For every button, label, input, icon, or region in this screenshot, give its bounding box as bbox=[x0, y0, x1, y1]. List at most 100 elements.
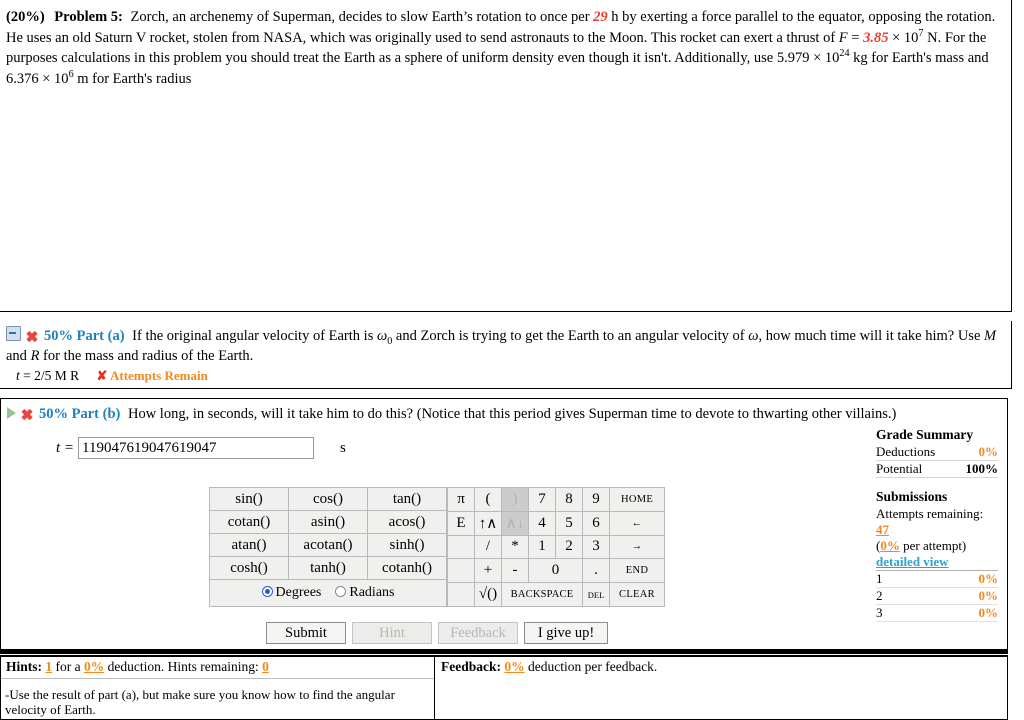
per-attempt-value: 0% bbox=[880, 538, 900, 553]
calc-key-sin[interactable]: sin() bbox=[209, 487, 289, 511]
part-a-omega: ω bbox=[748, 328, 759, 344]
calc-key-clear[interactable]: CLEAR bbox=[609, 582, 665, 607]
radio-degrees[interactable]: Degrees bbox=[261, 585, 322, 600]
attempts-remaining-line: Attempts remaining: 47 bbox=[876, 506, 998, 538]
part-a-var-M: M bbox=[984, 328, 997, 344]
calc-num-row: π ( ) 7 8 9 HOME bbox=[447, 487, 665, 512]
submit-button[interactable]: Submit bbox=[266, 622, 346, 644]
calc-key-open-paren[interactable]: ( bbox=[474, 487, 502, 512]
calc-num-row: + - 0 . END bbox=[447, 558, 665, 584]
radio-degrees-label: Degrees bbox=[275, 585, 322, 600]
calc-angle-mode-row: Degrees Radians bbox=[209, 579, 447, 607]
hints-header: Hints: 1 for a 0% deduction. Hints remai… bbox=[1, 657, 434, 679]
calculator-keypad: sin() cos() tan() cotan() asin() acos() … bbox=[209, 487, 665, 607]
calc-key-multiply[interactable]: * bbox=[501, 534, 529, 560]
problem-seg-5: m for Earth's radius bbox=[73, 70, 192, 87]
calc-key-6[interactable]: 6 bbox=[582, 510, 610, 536]
radio-degrees-dot[interactable] bbox=[261, 586, 273, 597]
part-a-attempts-text: Attempts Remain bbox=[109, 368, 208, 383]
calc-key-end[interactable]: END bbox=[609, 558, 665, 584]
calc-key-7[interactable]: 7 bbox=[528, 487, 556, 512]
problem-thrust-mantissa: 3.85 bbox=[863, 29, 889, 46]
calc-key-3[interactable]: 3 bbox=[582, 534, 610, 560]
calculator-functions-table: sin() cos() tan() cotan() asin() acos() … bbox=[209, 487, 447, 607]
part-b-header: ✖ 50% Part (b) How long, in seconds, will… bbox=[1, 399, 1007, 424]
problem-mass-exponent: 24 bbox=[839, 48, 850, 60]
red-x-burst-icon-a: ✖ bbox=[25, 329, 39, 346]
hints-deduction-word: deduction. Hints remaining: bbox=[107, 659, 259, 674]
calc-key-home[interactable]: HOME bbox=[609, 487, 665, 512]
calc-key-cos[interactable]: cos() bbox=[288, 487, 368, 511]
problem-radius-mantissa: 6.376 × 10 bbox=[6, 70, 69, 87]
attempt-row: 3 0% bbox=[876, 605, 998, 622]
calc-key-4[interactable]: 4 bbox=[528, 510, 556, 536]
part-a-question-2: and Zorch is trying to get the Earth to … bbox=[392, 328, 749, 344]
calc-key-e[interactable]: E bbox=[447, 510, 475, 536]
green-triangle-icon[interactable] bbox=[7, 407, 16, 419]
calc-key-acotan[interactable]: acotan() bbox=[288, 533, 368, 557]
problem-title: Problem 5: bbox=[54, 9, 123, 25]
part-b-answer-var: t = bbox=[56, 439, 75, 456]
potential-label: Potential bbox=[876, 461, 923, 476]
calc-key-5[interactable]: 5 bbox=[555, 510, 583, 536]
part-a-answer-line: t = 2/5 M R ✘ Attempts Remain bbox=[0, 366, 1011, 384]
calc-key-blank-2 bbox=[447, 558, 475, 584]
radio-radians-dot[interactable] bbox=[335, 586, 347, 597]
calc-key-0[interactable]: 0 bbox=[528, 558, 583, 584]
hints-title: Hints: bbox=[6, 659, 43, 674]
problem-statement-text: (20%) Problem 5: Zorch, an archenemy of … bbox=[0, 0, 1011, 89]
calc-key-divide[interactable]: / bbox=[474, 534, 502, 560]
arrow-left-icon[interactable]: ← bbox=[609, 510, 665, 536]
calc-fn-row: cotan() asin() acos() bbox=[209, 510, 447, 534]
calc-key-tan[interactable]: tan() bbox=[367, 487, 447, 511]
attempt-number: 1 bbox=[876, 571, 883, 586]
calc-key-del[interactable]: DEL bbox=[582, 582, 610, 607]
minus-box-icon[interactable] bbox=[6, 326, 21, 341]
calc-key-decimal[interactable]: . bbox=[582, 558, 610, 584]
calc-key-cotanh[interactable]: cotanh() bbox=[367, 556, 447, 580]
problem-equals: = bbox=[847, 29, 864, 46]
section-divider bbox=[0, 650, 1008, 654]
calc-key-cotan[interactable]: cotan() bbox=[209, 510, 289, 534]
arrow-right-icon[interactable]: → bbox=[609, 534, 665, 560]
calc-key-minus[interactable]: - bbox=[501, 558, 529, 584]
calc-key-8[interactable]: 8 bbox=[555, 487, 583, 512]
feedback-text: deduction per feedback. bbox=[528, 659, 658, 674]
attempts-remaining-label: Attempts remaining: bbox=[876, 506, 984, 521]
calc-key-sqrt[interactable]: √() bbox=[474, 582, 502, 607]
grade-row-potential: Potential 100% bbox=[876, 461, 998, 478]
calc-num-row: / * 1 2 3 → bbox=[447, 534, 665, 560]
answer-input[interactable] bbox=[78, 437, 315, 459]
problem-weight: (20%) bbox=[6, 9, 45, 25]
calc-key-asin[interactable]: asin() bbox=[288, 510, 368, 534]
calc-key-backspace[interactable]: BACKSPACE bbox=[501, 582, 583, 607]
radio-radians[interactable]: Radians bbox=[335, 585, 394, 600]
calc-key-2[interactable]: 2 bbox=[555, 534, 583, 560]
calc-key-acos[interactable]: acos() bbox=[367, 510, 447, 534]
calc-key-sinh[interactable]: sinh() bbox=[367, 533, 447, 557]
attempt-number: 3 bbox=[876, 605, 883, 620]
calc-key-9[interactable]: 9 bbox=[582, 487, 610, 512]
hint-body-text: -Use the result of part (a), but make su… bbox=[5, 687, 395, 717]
part-a-section: ✖ 50% Part (a) If the original angular ve… bbox=[0, 321, 1012, 389]
give-up-button[interactable]: I give up! bbox=[524, 622, 608, 644]
calc-key-atan[interactable]: atan() bbox=[209, 533, 289, 557]
calc-key-tanh[interactable]: tanh() bbox=[288, 556, 368, 580]
radio-radians-label: Radians bbox=[349, 585, 395, 600]
part-a-question-1: If the original angular velocity of Eart… bbox=[132, 328, 377, 344]
hints-remaining-value: 0 bbox=[262, 659, 269, 674]
calc-key-1[interactable]: 1 bbox=[528, 534, 556, 560]
part-a-attempts-status: ✘ Attempts Remain bbox=[97, 368, 208, 383]
attempt-score: 0% bbox=[978, 588, 999, 603]
detailed-view-link[interactable]: detailed view bbox=[876, 554, 998, 571]
part-a-question-4: and bbox=[6, 348, 31, 364]
feedback-button: Feedback bbox=[438, 622, 518, 644]
calc-key-power-up[interactable]: ↑∧ bbox=[474, 510, 502, 536]
calc-key-plus[interactable]: + bbox=[474, 558, 502, 584]
grade-summary-panel: Grade Summary Deductions 0% Potential 10… bbox=[876, 427, 998, 622]
calc-key-pi[interactable]: π bbox=[447, 487, 475, 512]
calc-num-row: E ↑∧ ∧↓ 4 5 6 ← bbox=[447, 510, 665, 536]
calc-key-cosh[interactable]: cosh() bbox=[209, 556, 289, 580]
calc-fn-row: sin() cos() tan() bbox=[209, 487, 447, 511]
hints-deduction-pct: 0% bbox=[84, 659, 105, 674]
